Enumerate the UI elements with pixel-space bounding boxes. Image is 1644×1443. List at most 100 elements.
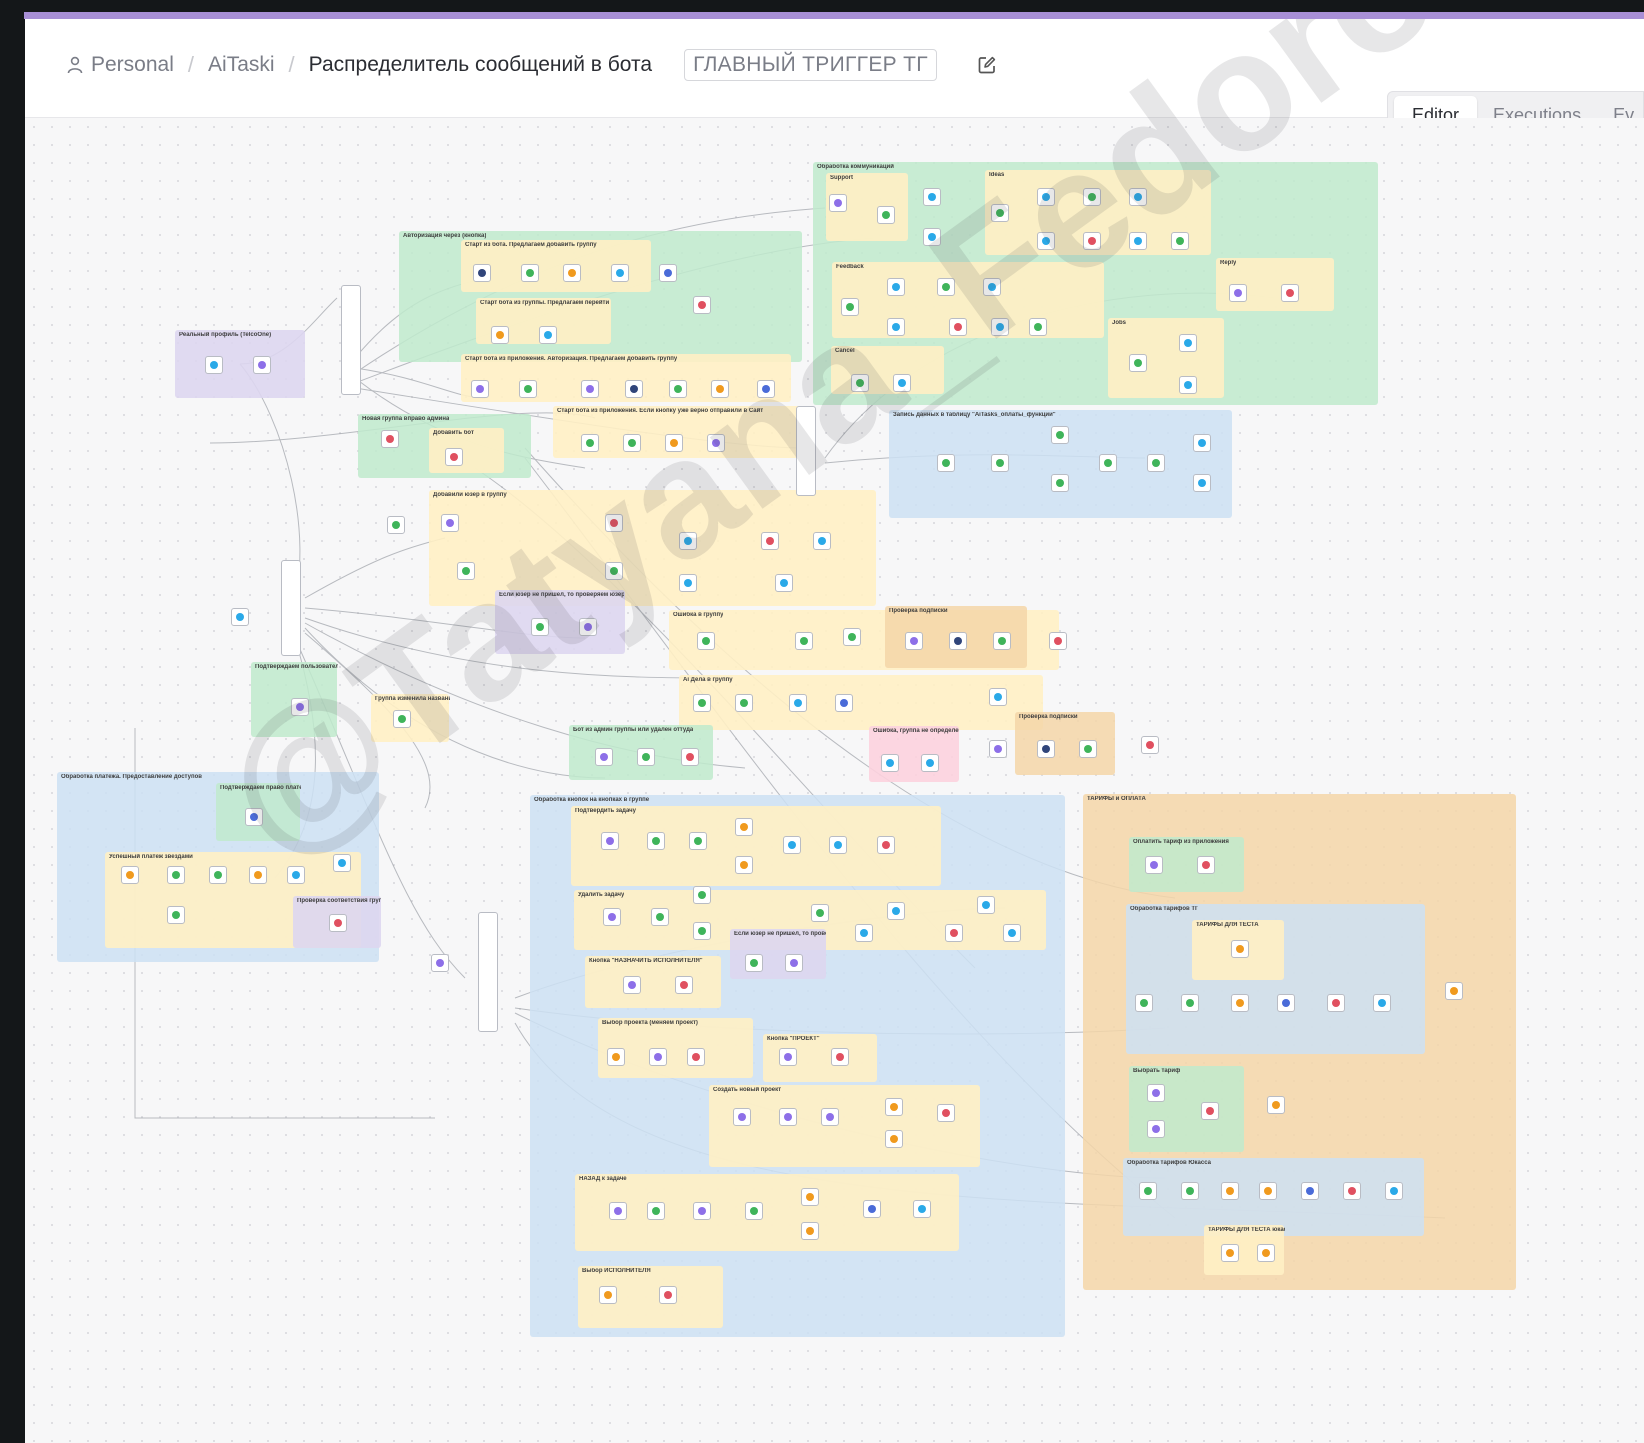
workflow-node[interactable] <box>669 380 687 398</box>
workflow-node[interactable] <box>1029 318 1047 336</box>
workflow-node[interactable] <box>887 278 905 296</box>
workflow-node[interactable] <box>697 632 715 650</box>
workflow-node[interactable] <box>441 514 459 532</box>
workflow-node[interactable] <box>1373 994 1391 1012</box>
workflow-node[interactable] <box>1079 740 1097 758</box>
sticky-note[interactable]: Создать новый проект <box>709 1085 980 1167</box>
workflow-node[interactable] <box>457 562 475 580</box>
workflow-node[interactable] <box>539 326 557 344</box>
sticky-note[interactable]: Jobs <box>1108 318 1224 398</box>
workflow-node[interactable] <box>711 380 729 398</box>
workflow-node[interactable] <box>637 748 655 766</box>
workflow-node[interactable] <box>1083 188 1101 206</box>
workflow-node[interactable] <box>649 1048 667 1066</box>
workflow-node[interactable] <box>1259 1182 1277 1200</box>
workflow-node[interactable] <box>1179 376 1197 394</box>
workflow-node[interactable] <box>387 516 405 534</box>
workflow-node[interactable] <box>1277 994 1295 1012</box>
workflow-node[interactable] <box>625 380 643 398</box>
workflow-node[interactable] <box>623 976 641 994</box>
sticky-note[interactable]: Feedback <box>832 262 1104 338</box>
workflow-node[interactable] <box>579 618 597 636</box>
workflow-node[interactable] <box>1147 454 1165 472</box>
workflow-node[interactable] <box>687 1048 705 1066</box>
workflow-node[interactable] <box>881 754 899 772</box>
workflow-node[interactable] <box>841 298 859 316</box>
workflow-node[interactable] <box>937 278 955 296</box>
workflow-node[interactable] <box>1145 856 1163 874</box>
workflow-node[interactable] <box>491 326 509 344</box>
workflow-node[interactable] <box>1141 736 1159 754</box>
workflow-node[interactable] <box>253 356 271 374</box>
workflow-node[interactable] <box>887 902 905 920</box>
workflow-node[interactable] <box>679 532 697 550</box>
workflow-node[interactable] <box>905 632 923 650</box>
workflow-node[interactable] <box>1221 1244 1239 1262</box>
sticky-note[interactable]: НАЗАД к задаче <box>575 1174 959 1251</box>
workflow-node[interactable] <box>1083 232 1101 250</box>
workflow-node[interactable] <box>1231 994 1249 1012</box>
workflow-node[interactable] <box>1231 940 1249 958</box>
workflow-node[interactable] <box>1179 334 1197 352</box>
workflow-node[interactable] <box>1099 454 1117 472</box>
workflow-node[interactable] <box>445 448 463 466</box>
workflow-node[interactable] <box>829 194 847 212</box>
workflow-node[interactable] <box>937 1104 955 1122</box>
workflow-node[interactable] <box>789 694 807 712</box>
workflow-node[interactable] <box>471 380 489 398</box>
workflow-node[interactable] <box>659 264 677 282</box>
workflow-node[interactable] <box>1129 354 1147 372</box>
workflow-node[interactable] <box>473 264 491 282</box>
workflow-node[interactable] <box>991 318 1009 336</box>
workflow-node[interactable] <box>993 632 1011 650</box>
workflow-node[interactable] <box>167 906 185 924</box>
workflow-node[interactable] <box>735 818 753 836</box>
workflow-node[interactable] <box>167 866 185 884</box>
workflow-tag[interactable]: ГЛАВНЫЙ ТРИГГЕР ТГ <box>684 49 937 81</box>
workflow-node[interactable] <box>885 1130 903 1148</box>
workflow-node[interactable] <box>249 866 267 884</box>
workflow-node[interactable] <box>603 908 621 926</box>
workflow-node[interactable] <box>989 688 1007 706</box>
workflow-node[interactable] <box>1037 232 1055 250</box>
workflow-node[interactable] <box>605 514 623 532</box>
workflow-node[interactable] <box>693 296 711 314</box>
workflow-node[interactable] <box>801 1188 819 1206</box>
workflow-node[interactable] <box>1301 1182 1319 1200</box>
sticky-note[interactable]: Добавить бот <box>429 428 504 473</box>
workflow-node[interactable] <box>1221 1182 1239 1200</box>
workflow-node[interactable] <box>893 374 911 392</box>
workflow-node[interactable] <box>733 1108 751 1126</box>
workflow-node[interactable] <box>431 954 449 972</box>
workflow-node[interactable] <box>693 886 711 904</box>
workflow-node[interactable] <box>121 866 139 884</box>
workflow-node[interactable] <box>855 924 873 942</box>
workflow-node[interactable] <box>1197 856 1215 874</box>
sticky-note[interactable]: Проверка подписки <box>1015 712 1115 775</box>
workflow-node[interactable] <box>991 454 1009 472</box>
workflow-node[interactable] <box>921 754 939 772</box>
workflow-node[interactable] <box>775 574 793 592</box>
workflow-node[interactable] <box>1343 1182 1361 1200</box>
workflow-canvas[interactable]: Обработка коммуникаций Support Ideas Fee… <box>25 19 1644 1443</box>
workflow-node[interactable] <box>923 228 941 246</box>
workflow-node[interactable] <box>205 356 223 374</box>
workflow-node[interactable] <box>1147 1120 1165 1138</box>
switch-node[interactable] <box>478 912 498 1032</box>
workflow-node[interactable] <box>1135 994 1153 1012</box>
workflow-node[interactable] <box>563 264 581 282</box>
workflow-node[interactable] <box>609 1202 627 1220</box>
sticky-note[interactable]: Если юзер не пришел, то проверяем юзер г… <box>730 929 826 979</box>
workflow-node[interactable] <box>851 374 869 392</box>
workflow-node[interactable] <box>757 380 775 398</box>
workflow-node[interactable] <box>1037 188 1055 206</box>
sticky-note[interactable]: Реальный профиль (TelcoOne) <box>175 330 305 398</box>
switch-node[interactable] <box>796 406 816 496</box>
workflow-node[interactable] <box>863 1200 881 1218</box>
workflow-node[interactable] <box>623 434 641 452</box>
workflow-node[interactable] <box>887 318 905 336</box>
workflow-node[interactable] <box>885 1098 903 1116</box>
workflow-node[interactable] <box>601 832 619 850</box>
workflow-node[interactable] <box>681 748 699 766</box>
workflow-node[interactable] <box>231 608 249 626</box>
